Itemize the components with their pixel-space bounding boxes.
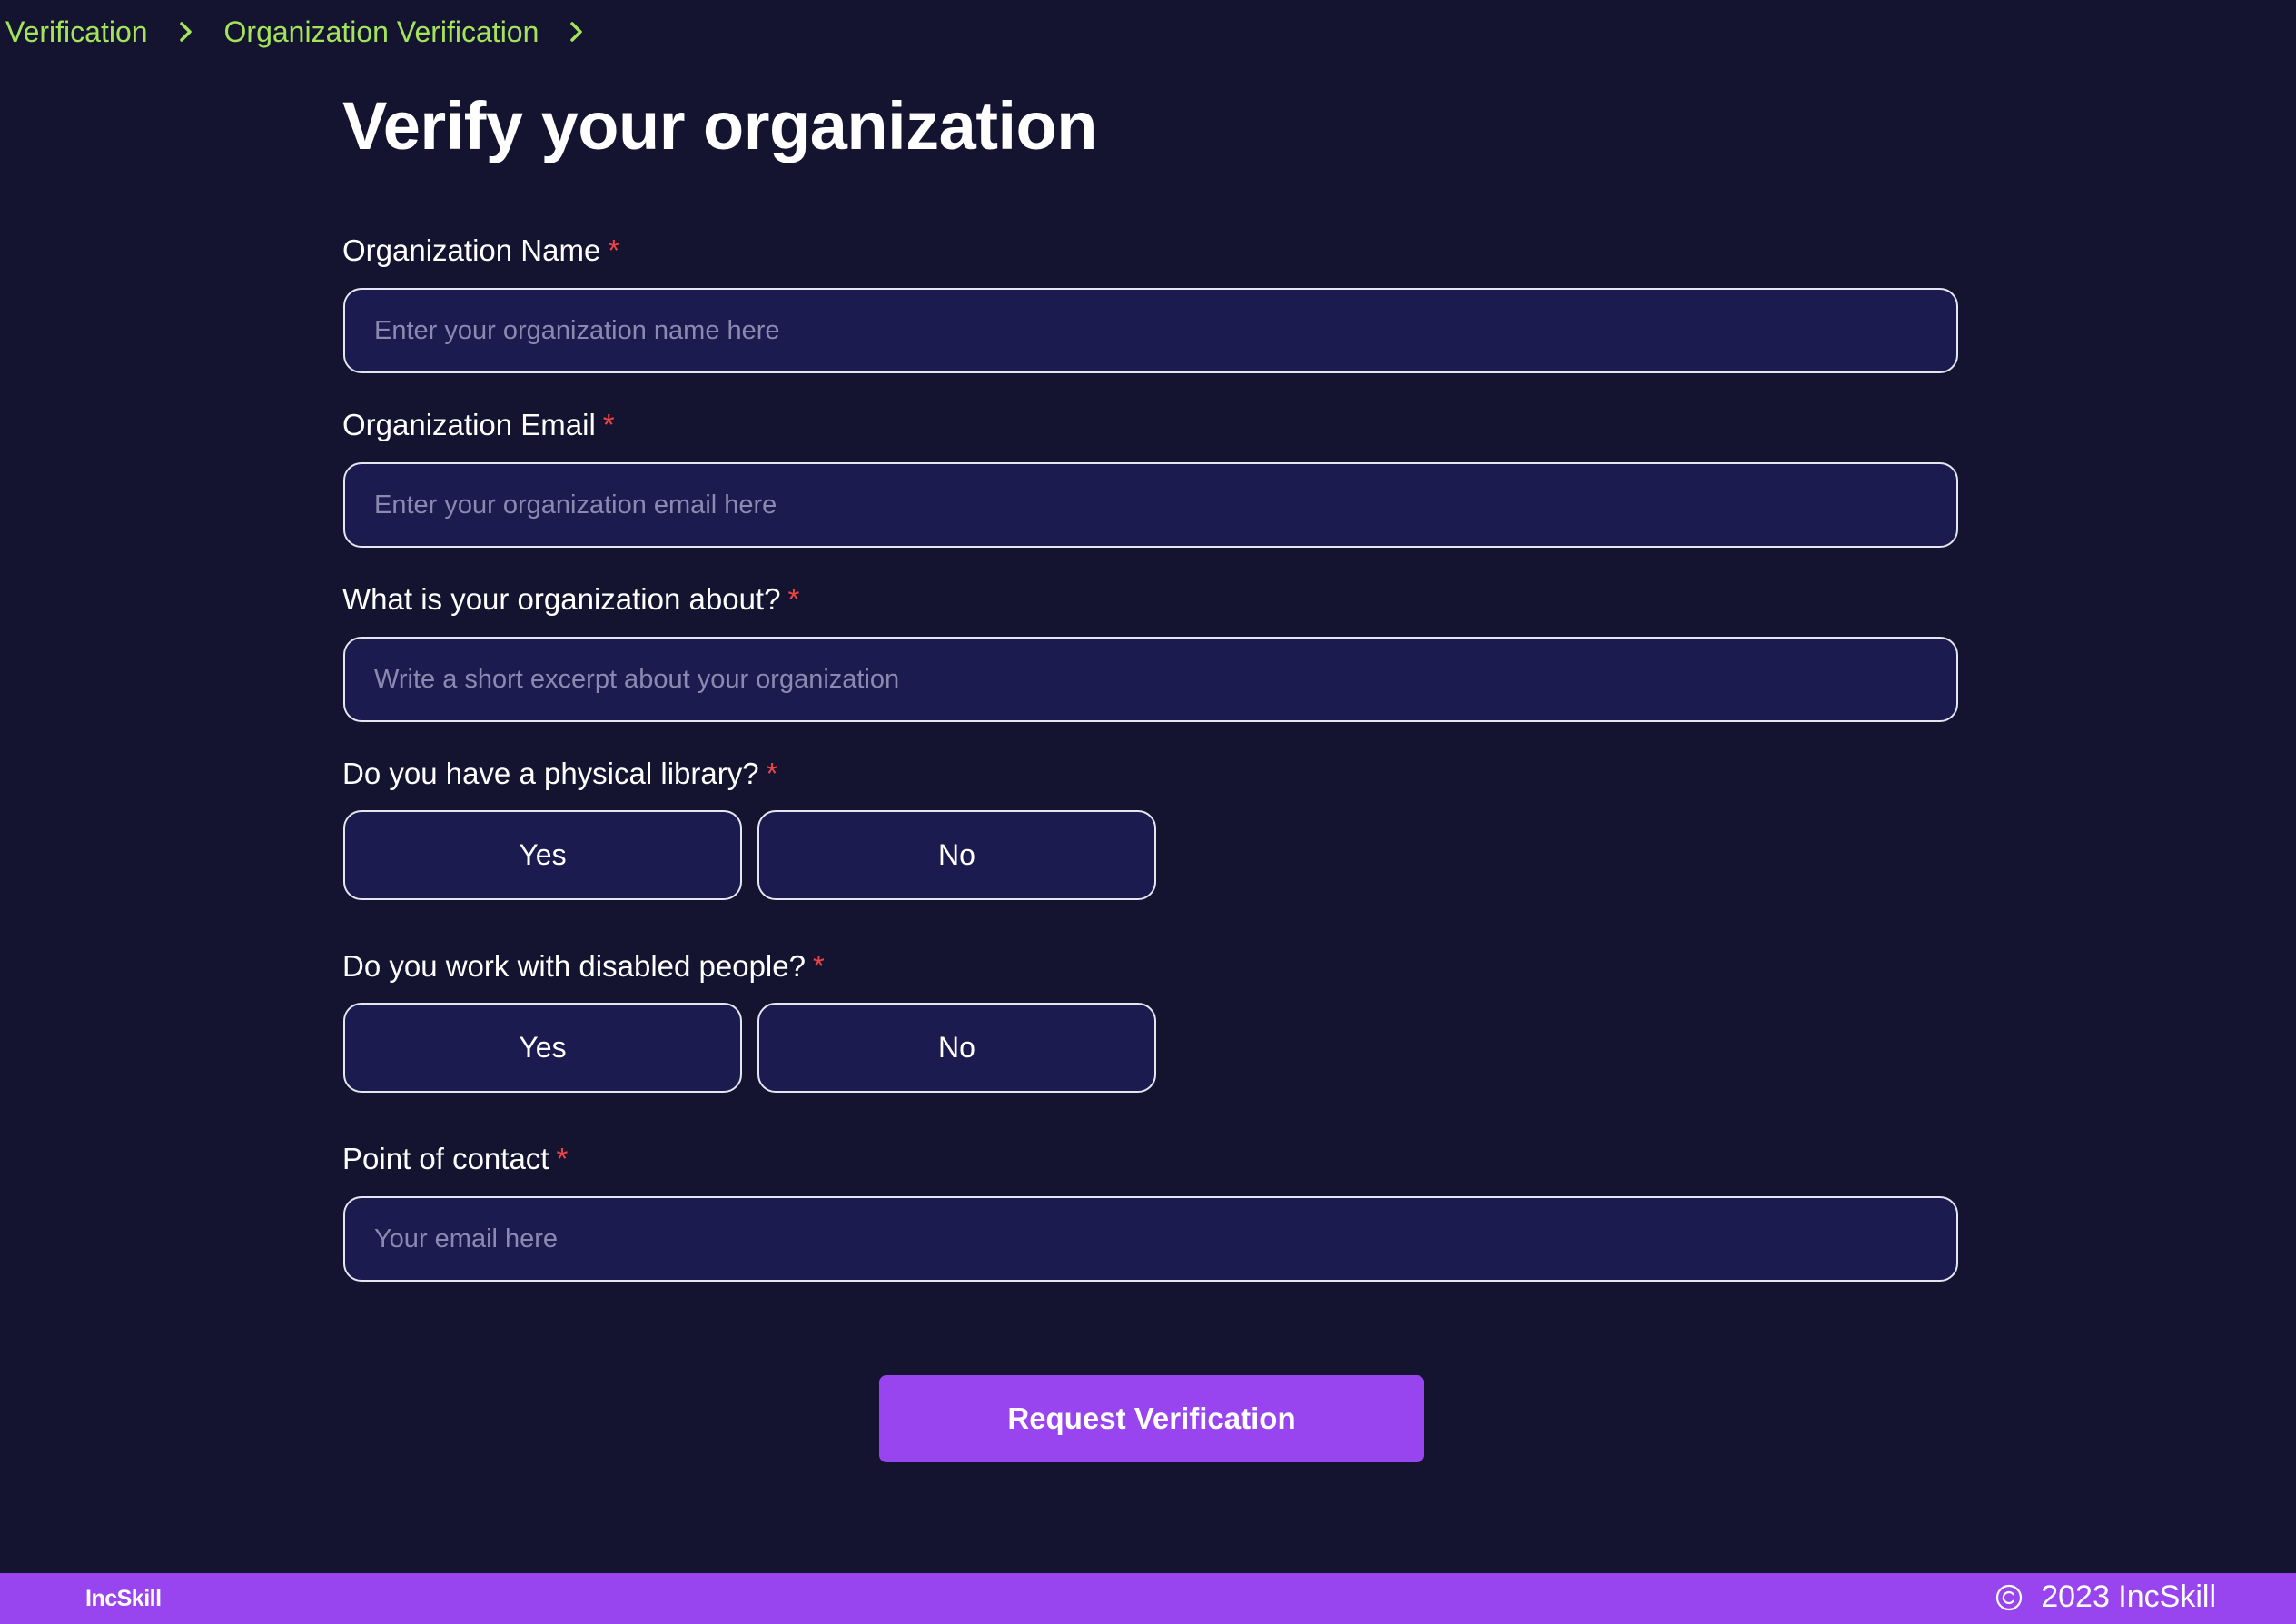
org-name-label: Organization Name * xyxy=(342,233,619,269)
page-title: Verify your organization xyxy=(342,88,1097,163)
required-marker: * xyxy=(766,757,778,790)
org-about-label-text: What is your organization about? xyxy=(342,582,781,616)
breadcrumb: Verification Organization Verification xyxy=(5,9,615,54)
org-about-label: What is your organization about? * xyxy=(342,581,799,618)
copyright-text: 2023 IncSkill xyxy=(2041,1579,2216,1614)
breadcrumb-item-verification[interactable]: Verification xyxy=(5,15,148,49)
disabled-people-yes-button[interactable]: Yes xyxy=(343,1003,742,1093)
physical-library-label: Do you have a physical library? * xyxy=(342,756,777,792)
disabled-people-label: Do you work with disabled people? * xyxy=(342,948,825,985)
physical-library-label-text: Do you have a physical library? xyxy=(342,757,759,790)
point-of-contact-label: Point of contact * xyxy=(342,1141,568,1177)
disabled-people-label-text: Do you work with disabled people? xyxy=(342,949,806,983)
org-about-input[interactable] xyxy=(343,637,1958,722)
copyright-icon xyxy=(1995,1584,2023,1611)
footer: IncSkill 2023 IncSkill xyxy=(0,1573,2296,1624)
org-email-label-text: Organization Email xyxy=(342,408,596,441)
chevron-right-icon xyxy=(148,9,224,54)
point-of-contact-input[interactable] xyxy=(343,1196,1958,1282)
footer-copyright: 2023 IncSkill xyxy=(1995,1579,2216,1615)
point-of-contact-label-text: Point of contact xyxy=(342,1142,549,1175)
required-marker: * xyxy=(556,1142,569,1175)
required-marker: * xyxy=(602,408,615,441)
org-email-label: Organization Email * xyxy=(342,407,615,443)
required-marker: * xyxy=(812,949,825,983)
breadcrumb-item-organization-verification[interactable]: Organization Verification xyxy=(224,15,539,49)
disabled-people-no-button[interactable]: No xyxy=(757,1003,1156,1093)
org-email-input[interactable] xyxy=(343,462,1958,548)
org-name-input[interactable] xyxy=(343,288,1958,373)
chevron-right-icon xyxy=(539,9,615,54)
physical-library-yes-button[interactable]: Yes xyxy=(343,810,742,900)
required-marker: * xyxy=(787,582,800,616)
request-verification-button[interactable]: Request Verification xyxy=(879,1375,1424,1462)
footer-logo: IncSkill xyxy=(85,1586,162,1611)
physical-library-no-button[interactable]: No xyxy=(757,810,1156,900)
org-name-label-text: Organization Name xyxy=(342,233,601,267)
required-marker: * xyxy=(608,233,620,267)
